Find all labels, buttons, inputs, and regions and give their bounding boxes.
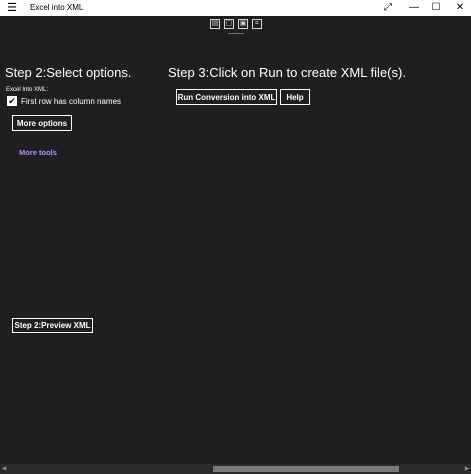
expand-icon[interactable]: ⤢ (376, 0, 400, 16)
scroll-left-icon[interactable]: ◀ (0, 464, 8, 474)
capture-toolbar: ▤ ▢ ▣ ⌗ (210, 19, 262, 34)
scroll-right-icon[interactable]: ▶ (463, 464, 471, 474)
scroll-thumb[interactable] (213, 466, 399, 472)
close-icon[interactable]: ✕ (448, 0, 471, 16)
excel-into-xml-label: Excel Into XML: (6, 87, 49, 93)
toolbar-underline (228, 33, 244, 34)
comment-icon[interactable]: ▢ (224, 19, 234, 29)
step3-heading: Step 3:Click on Run to create XML file(s… (168, 65, 406, 80)
help-button[interactable]: Help (280, 89, 310, 105)
run-conversion-button[interactable]: Run Conversion into XML (176, 89, 277, 105)
hamburger-icon[interactable]: ☰ (6, 1, 18, 15)
window-title: Excel into XML (30, 3, 84, 12)
screen-icon[interactable]: ▣ (238, 19, 248, 29)
select-icon[interactable]: ▤ (210, 19, 220, 29)
first-row-checkbox[interactable]: ✔ (7, 96, 17, 106)
title-bar: ☰ Excel into XML ⤢ — ☐ ✕ (0, 0, 471, 16)
minimize-icon[interactable]: — (402, 0, 426, 16)
more-options-button[interactable]: More options (12, 115, 72, 131)
more-tools-link[interactable]: More tools (19, 148, 57, 157)
preview-xml-button[interactable]: Step 2:Preview XML (12, 318, 93, 333)
horizontal-scrollbar[interactable]: ◀ ▶ (0, 464, 471, 474)
crop-icon[interactable]: ⌗ (252, 19, 262, 29)
maximize-icon[interactable]: ☐ (424, 0, 448, 16)
first-row-label: First row has column names (21, 97, 122, 106)
step2-heading: Step 2:Select options. (5, 65, 132, 80)
